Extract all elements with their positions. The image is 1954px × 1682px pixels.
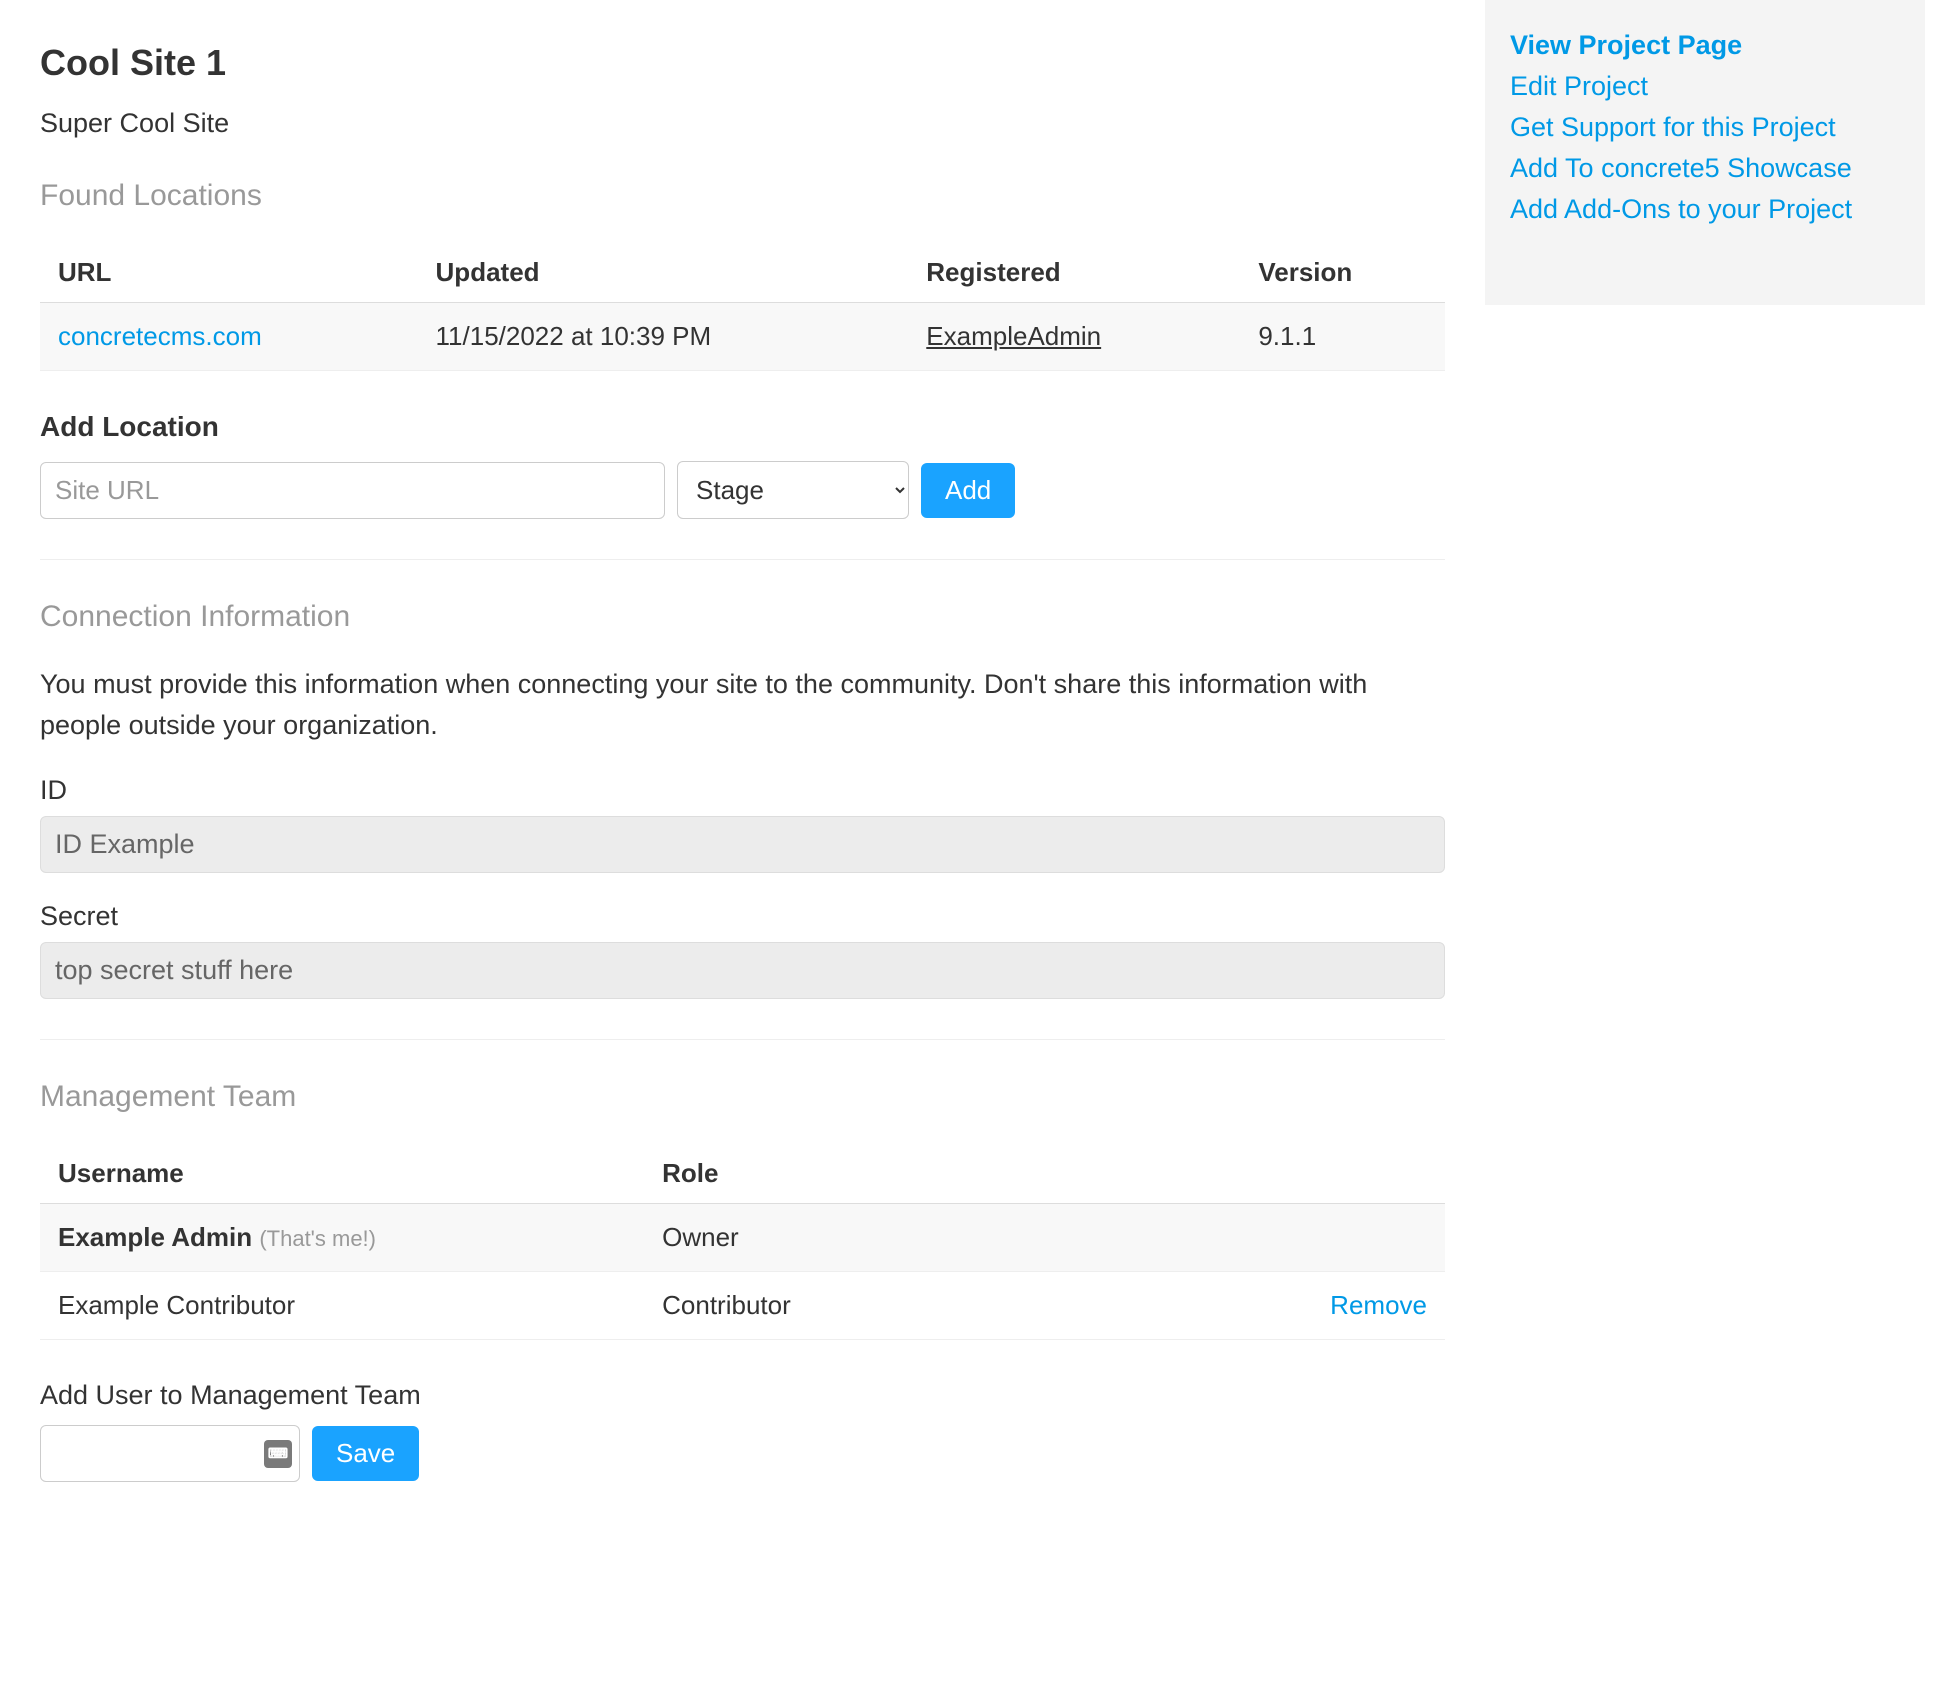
col-username: Username [40,1144,644,1204]
add-button[interactable]: Add [921,463,1015,518]
found-locations-heading: Found Locations [40,179,1445,213]
save-button[interactable]: Save [312,1426,419,1481]
col-action [1087,1144,1445,1204]
col-role: Role [644,1144,1087,1204]
connection-help: You must provide this information when c… [40,664,1440,745]
location-updated: 11/15/2022 at 10:39 PM [418,303,909,371]
team-username: Example Contributor [40,1272,644,1340]
table-row: Example Contributor Contributor Remove [40,1272,1445,1340]
table-row: concretecms.com 11/15/2022 at 10:39 PM E… [40,303,1445,371]
sidebar-link-showcase[interactable]: Add To concrete5 Showcase [1510,153,1885,184]
me-note: (That's me!) [259,1226,376,1251]
secret-label: Secret [40,901,1445,932]
col-url: URL [40,243,418,303]
location-url-link[interactable]: concretecms.com [58,321,262,351]
page-subtitle: Super Cool Site [40,108,1445,139]
add-user-label: Add User to Management Team [40,1380,1445,1411]
add-location-heading: Add Location [40,411,1445,443]
team-username: Example Admin [58,1222,252,1252]
sidebar-link-addons[interactable]: Add Add-Ons to your Project [1510,194,1885,225]
sidebar-link-view-project[interactable]: View Project Page [1510,30,1885,61]
table-row: Example Admin (That's me!) Owner [40,1204,1445,1272]
col-registered: Registered [908,243,1240,303]
location-registered-link[interactable]: ExampleAdmin [926,321,1101,351]
col-version: Version [1240,243,1445,303]
id-label: ID [40,775,1445,806]
sidebar: View Project Page Edit Project Get Suppo… [1485,0,1925,305]
stage-select[interactable]: Stage [677,461,909,519]
location-version: 9.1.1 [1240,303,1445,371]
divider [40,559,1445,560]
col-updated: Updated [418,243,909,303]
sidebar-link-edit-project[interactable]: Edit Project [1510,71,1885,102]
keyboard-icon: ⌨ [264,1440,292,1468]
add-user-input[interactable] [40,1425,300,1482]
id-value: ID Example [40,816,1445,873]
team-table: Username Role Example Admin (That's me!)… [40,1144,1445,1340]
sidebar-link-support[interactable]: Get Support for this Project [1510,112,1885,143]
team-role: Owner [644,1204,1087,1272]
team-role: Contributor [644,1272,1087,1340]
divider [40,1039,1445,1040]
team-heading: Management Team [40,1080,1445,1114]
remove-link[interactable]: Remove [1330,1290,1427,1320]
connection-heading: Connection Information [40,600,1445,634]
page-title: Cool Site 1 [40,42,1445,84]
secret-value: top secret stuff here [40,942,1445,999]
site-url-input[interactable] [40,462,665,519]
locations-table: URL Updated Registered Version concretec… [40,243,1445,371]
